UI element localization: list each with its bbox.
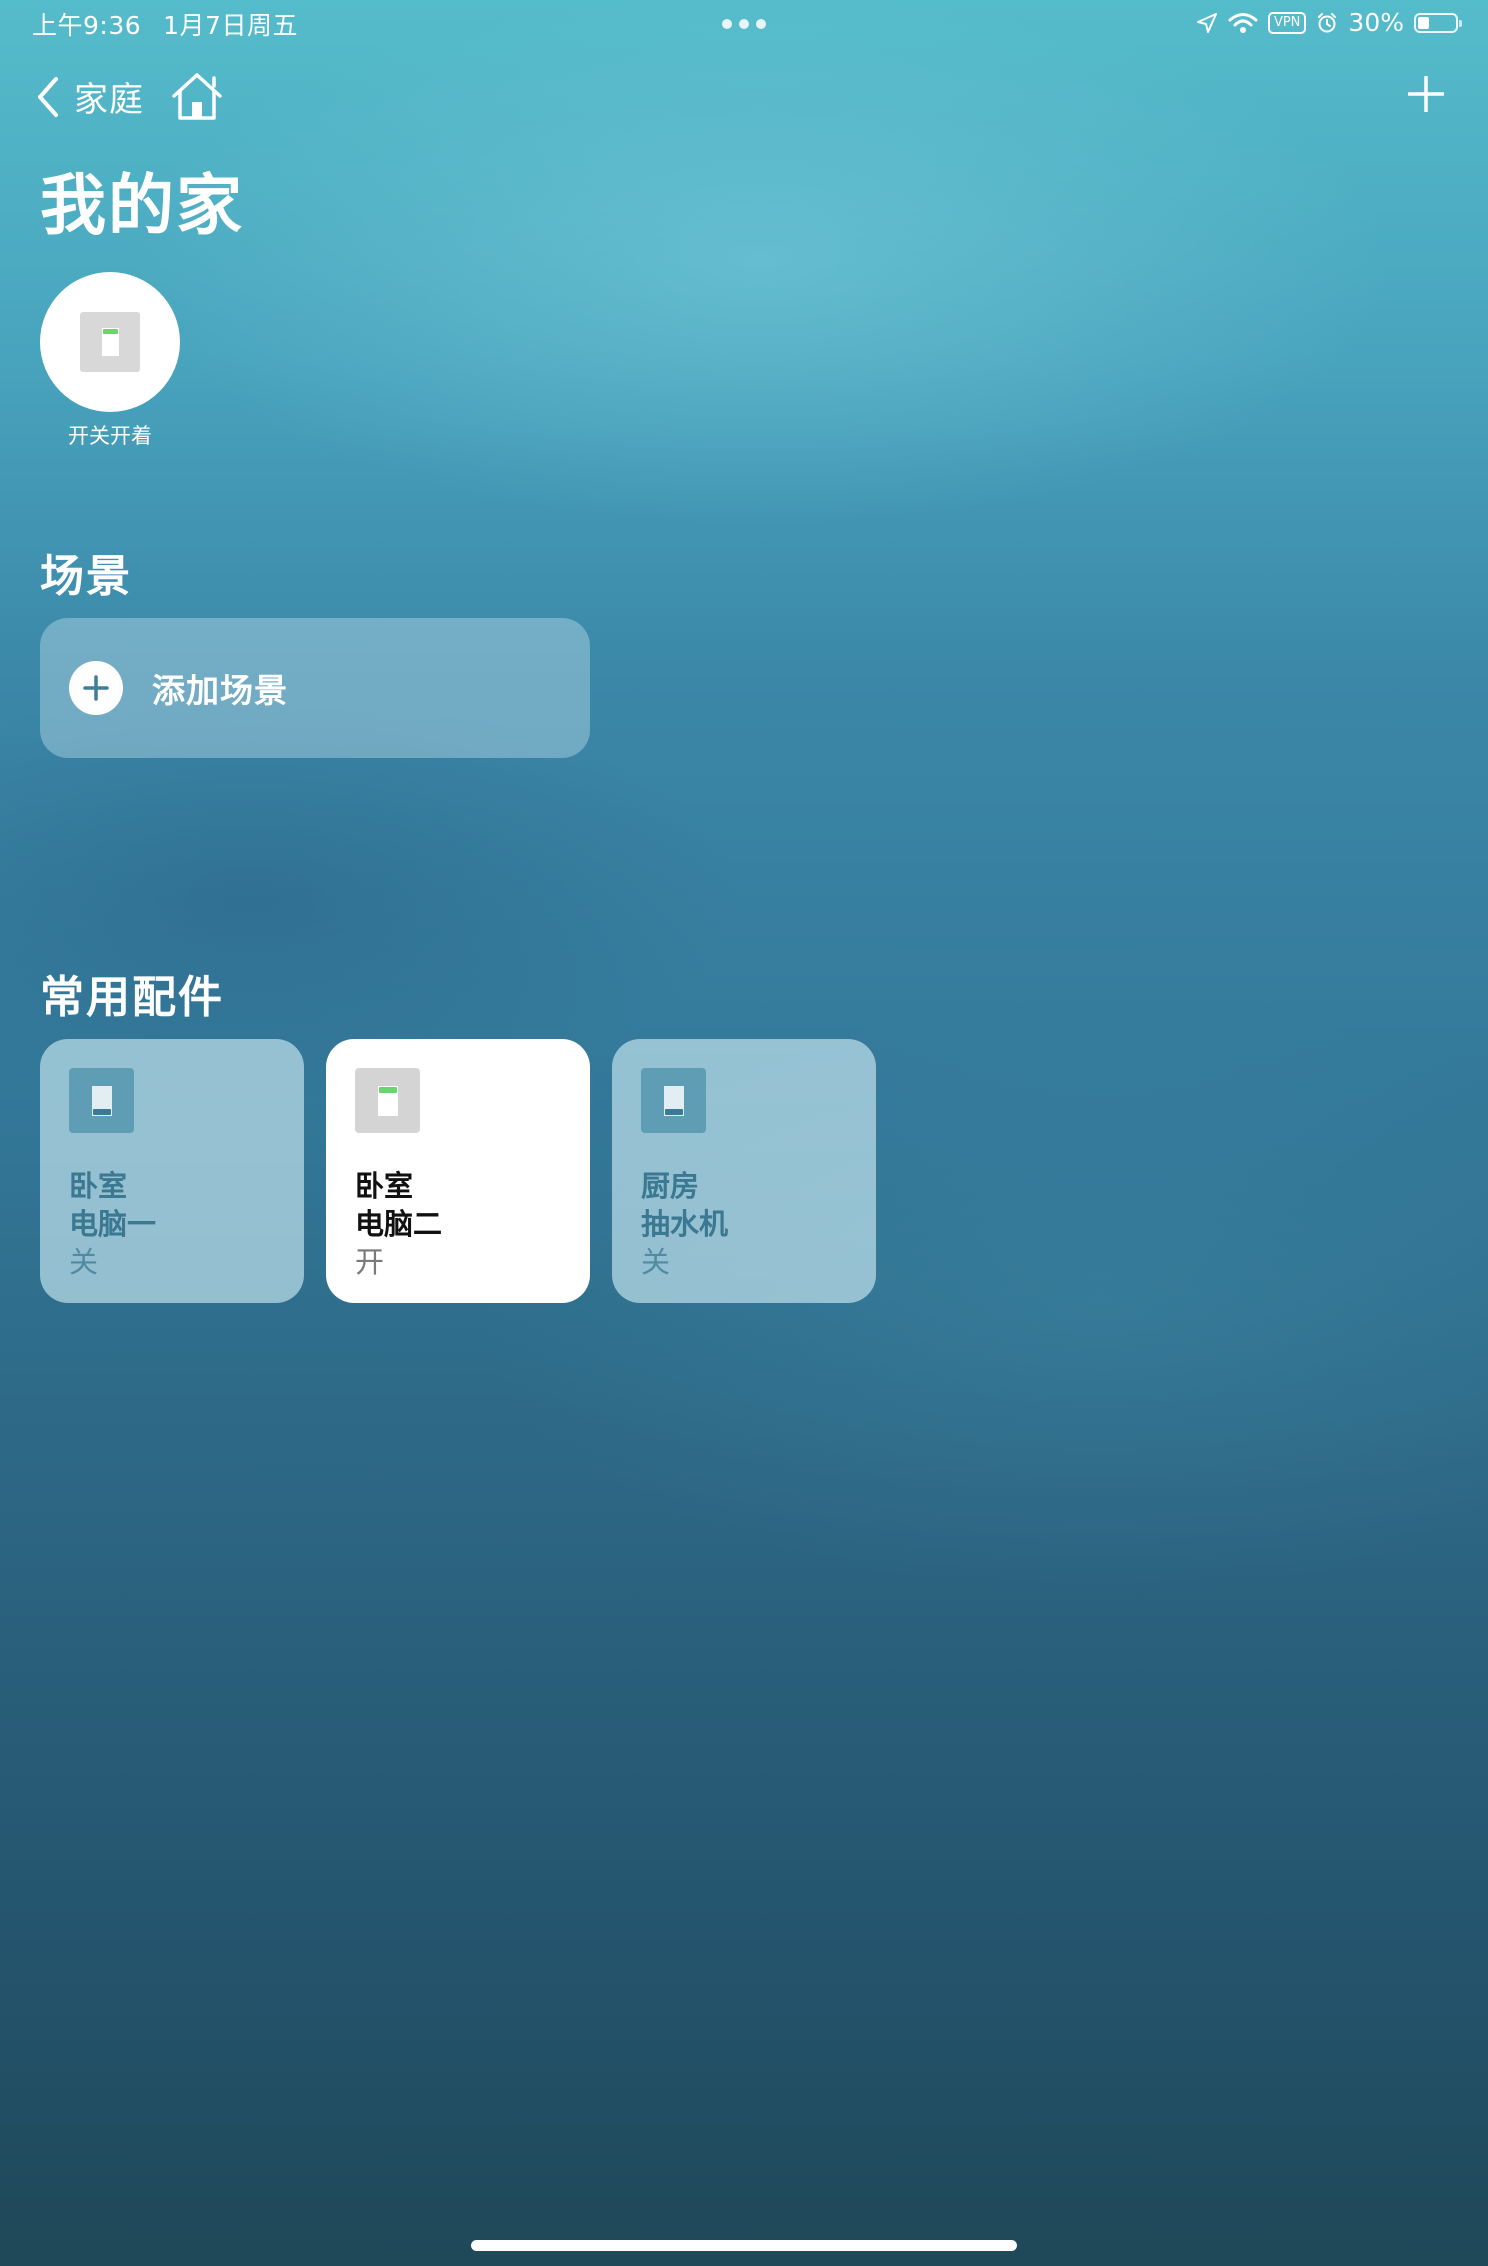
status-datetime: 上午9:36 1月7日周五 bbox=[32, 6, 298, 42]
home-indicator[interactable] bbox=[471, 2240, 1017, 2251]
light-switch-icon bbox=[80, 312, 140, 372]
add-scene-button[interactable]: 添加场景 bbox=[40, 618, 590, 758]
favorite-switch-label: 开关开着 bbox=[68, 424, 152, 448]
tile-room: 卧室 bbox=[69, 1169, 128, 1203]
tile-text: 卧室 电脑一 关 bbox=[69, 1167, 156, 1281]
page-title: 我的家 bbox=[40, 167, 244, 244]
favorite-switch-button[interactable]: 开关开着 bbox=[40, 272, 180, 450]
accessory-tile-pc1[interactable]: 卧室 电脑一 关 bbox=[40, 1039, 304, 1303]
tile-name: 电脑二 bbox=[355, 1207, 443, 1241]
battery-icon bbox=[1414, 12, 1462, 33]
status-time: 上午9:36 bbox=[32, 11, 142, 40]
status-bar: 上午9:36 1月7日周五 VPN 30% bbox=[0, 0, 1488, 48]
light-switch-icon bbox=[69, 1068, 134, 1133]
tile-room: 卧室 bbox=[355, 1169, 414, 1203]
switch-led bbox=[103, 329, 118, 334]
tile-name: 抽水机 bbox=[641, 1207, 729, 1241]
light-switch-icon bbox=[641, 1068, 706, 1133]
home-settings-button[interactable] bbox=[170, 72, 224, 126]
tile-text: 厨房 抽水机 关 bbox=[641, 1167, 728, 1281]
add-scene-label: 添加场景 bbox=[152, 671, 288, 710]
accessory-tile-pc2[interactable]: 卧室 电脑二 开 bbox=[326, 1039, 590, 1303]
vpn-badge: VPN bbox=[1267, 11, 1307, 34]
back-button-label: 家庭 bbox=[74, 80, 144, 120]
status-date: 1月7日周五 bbox=[163, 11, 298, 40]
scenes-section-title: 场景 bbox=[40, 551, 132, 602]
accessory-tile-pump[interactable]: 厨房 抽水机 关 bbox=[612, 1039, 876, 1303]
alarm-clock-icon bbox=[1318, 12, 1337, 32]
favorite-switch-circle bbox=[40, 272, 180, 412]
plus-icon bbox=[1407, 75, 1445, 113]
accessory-tiles: 卧室 电脑一 关 卧室 电脑二 开 厨房 抽水机 关 bbox=[40, 1039, 876, 1303]
multitasking-dots-icon[interactable] bbox=[722, 19, 766, 29]
add-circle-icon bbox=[69, 661, 123, 715]
tile-text: 卧室 电脑二 开 bbox=[355, 1167, 442, 1281]
tile-status: 关 bbox=[69, 1245, 99, 1279]
accessories-section-title: 常用配件 bbox=[40, 972, 224, 1023]
back-button[interactable]: 家庭 bbox=[36, 72, 144, 121]
light-switch-icon bbox=[355, 1068, 420, 1133]
battery-percent: 30% bbox=[1348, 8, 1404, 37]
tile-room: 厨房 bbox=[641, 1169, 700, 1203]
tile-status: 关 bbox=[641, 1245, 671, 1279]
status-icons: VPN 30% bbox=[1196, 8, 1462, 37]
tile-status: 开 bbox=[355, 1245, 385, 1279]
tile-name: 电脑一 bbox=[69, 1207, 157, 1241]
chevron-left-icon bbox=[38, 76, 58, 117]
location-arrow-icon bbox=[1196, 12, 1217, 33]
wifi-icon bbox=[1228, 12, 1258, 33]
add-button[interactable] bbox=[1407, 75, 1445, 116]
house-icon bbox=[172, 73, 222, 120]
